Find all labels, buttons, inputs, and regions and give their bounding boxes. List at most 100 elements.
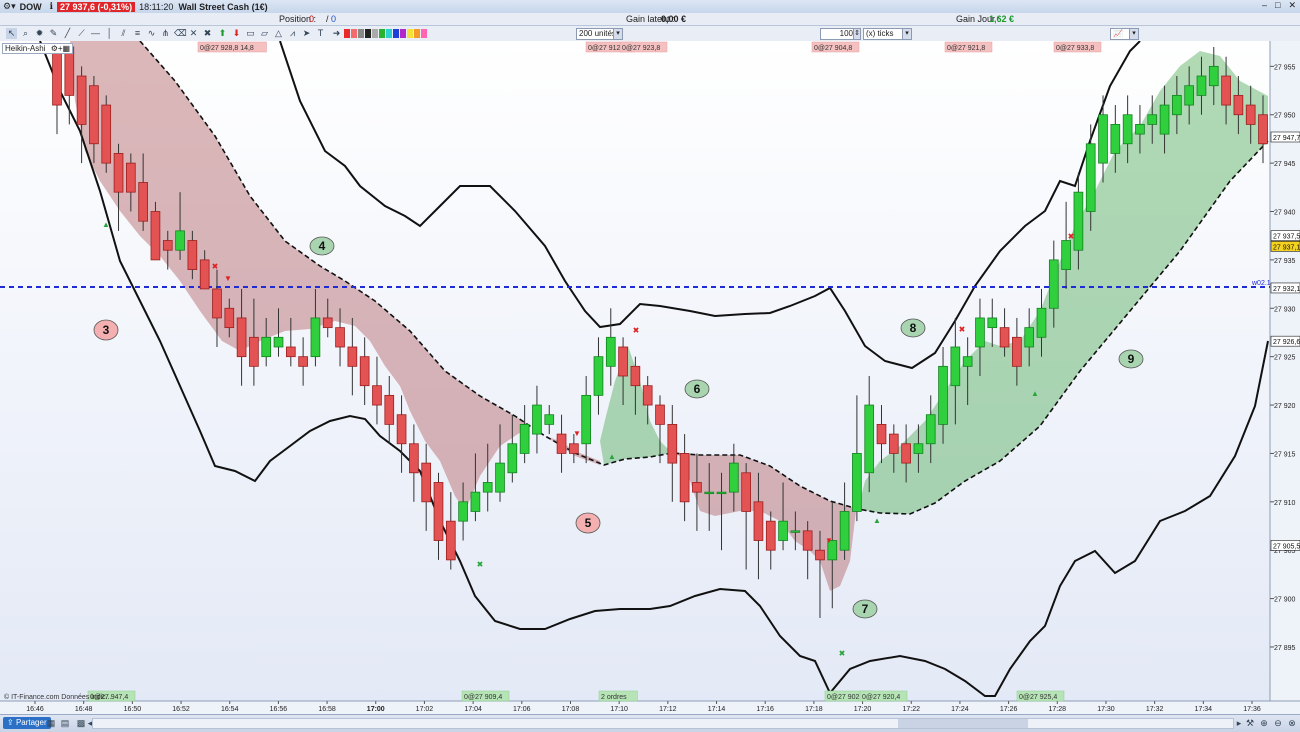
candle-down (150, 211, 161, 261)
candle-up (1184, 85, 1194, 106)
cross-icon[interactable]: ✕ (188, 28, 199, 39)
color-swatch-cyan[interactable] (386, 29, 392, 38)
color-swatch-pink[interactable] (351, 29, 357, 38)
zoom-fit-icon[interactable]: ⊗ (1286, 717, 1298, 729)
grid-icon[interactable]: ▦ (45, 717, 57, 729)
color-swatch-yellow[interactable] (407, 29, 413, 38)
clock: 18:11:20 (139, 1, 174, 12)
pitchfork-icon[interactable]: ⋔ (160, 28, 171, 39)
sell-signal-icon: ▼ (573, 429, 581, 438)
channel-icon[interactable]: ⫽ (118, 28, 129, 39)
horizontal-scrollbar[interactable] (92, 718, 1234, 729)
wave-label: 3 (103, 323, 110, 337)
price-marker-label: 27 932,1 (1273, 286, 1300, 293)
erase-icon[interactable]: ⌫ (174, 28, 187, 39)
fibo-icon[interactable]: ≡ (132, 28, 143, 39)
app-menu[interactable]: DOW (20, 2, 42, 12)
tools-icon[interactable]: ⚒ (1244, 717, 1256, 729)
parallelogram-icon[interactable]: ▱ (259, 28, 270, 39)
close-button[interactable]: ✕ (1288, 0, 1296, 11)
candle-down (64, 46, 75, 96)
quantity-input[interactable]: 100 (820, 28, 856, 40)
candle-up (1024, 327, 1035, 348)
layout-icon[interactable]: ▦ (63, 44, 71, 53)
day-gain-value: 1,62 € (989, 14, 1015, 24)
x-tick-label: 17:20 (854, 706, 872, 713)
zoom-out-icon[interactable]: ⊖ (1272, 717, 1284, 729)
color-swatch-gray[interactable] (358, 29, 364, 38)
y-tick-label: 27 945 (1274, 161, 1296, 168)
buy-arrow-icon[interactable]: ⬆ (217, 28, 228, 39)
drawing-toolbar: ↖ ⌕ ✹ ✎ ╱ ⟋ ― │ ⫽ ≡ ∿ ⋔ ⌫ ✕ ✖ ⬆ ⬇ ▭ ▱ △ … (0, 26, 1300, 42)
candle-down (1245, 104, 1256, 125)
y-tick-label: 27 915 (1274, 451, 1296, 458)
chart-type-dropdown-icon[interactable]: ▾ (1129, 28, 1139, 40)
candle-down (679, 453, 690, 503)
color-swatch-green[interactable] (379, 29, 385, 38)
wave-icon[interactable]: ∿ (146, 28, 157, 39)
x-tick-label: 17:22 (902, 706, 920, 713)
ray-icon[interactable]: ⟋ (76, 28, 87, 39)
candle-up (729, 462, 739, 493)
color-swatch-blue[interactable] (393, 29, 399, 38)
candle-down (52, 46, 62, 106)
ticks-select[interactable]: (x) ticks (863, 28, 907, 40)
color-swatch-purple[interactable] (400, 29, 406, 38)
color-swatch-magenta[interactable] (421, 29, 427, 38)
app-menu-icon[interactable]: ⚙▾ (3, 1, 16, 12)
candle-down (569, 443, 579, 454)
candle-down (1233, 94, 1244, 116)
settings-icon[interactable]: ⚙ (51, 44, 58, 53)
text-icon[interactable]: T (315, 28, 326, 39)
candle-up (864, 404, 875, 474)
ticks-dropdown-icon[interactable]: ▾ (902, 28, 912, 40)
candle-up (913, 443, 924, 454)
candle-down (876, 423, 887, 445)
quantity-stepper[interactable]: ⇕ (853, 28, 861, 40)
color-swatch-silver[interactable] (372, 29, 378, 38)
price-chart[interactable]: w02.1 ▲ ▼ ✖ ✖ ▼ ▲ ✖ ▼ ✖ ▲ ✖ ▲ ✖ 27 955 27 950 27 945 27… (0, 41, 1300, 714)
multi-cross-icon[interactable]: ✖ (202, 28, 213, 39)
zoom-icon[interactable]: ⌕ (20, 28, 31, 39)
heikin-ashi-label[interactable]: Heikin-Ashi ⚙+▦ (2, 43, 74, 54)
color-swatch-black[interactable] (365, 29, 371, 38)
pencil-icon[interactable]: ✎ (48, 28, 59, 39)
order-label-bottom: 0@27 902,9 (827, 694, 865, 701)
vline-icon[interactable]: │ (104, 28, 115, 39)
rectangle-icon[interactable]: ▭ (245, 28, 256, 39)
color-swatch-orange[interactable] (414, 29, 420, 38)
buy-signal-icon: ▲ (608, 452, 616, 461)
triangle-icon[interactable]: △ (273, 28, 284, 39)
x-tick-label: 16:50 (124, 706, 142, 713)
position-value: 0 (309, 14, 315, 24)
share-button[interactable]: ⇪ Partager (3, 717, 51, 729)
y-tick-label: 27 895 (1274, 645, 1296, 652)
candle-down (199, 259, 210, 290)
sell-arrow-icon[interactable]: ⬇ (231, 28, 242, 39)
share-icon: ⇪ (7, 718, 16, 727)
minimize-button[interactable]: – (1262, 0, 1267, 11)
candle-down (667, 423, 678, 464)
color-swatch-red[interactable] (344, 29, 350, 38)
hline-icon[interactable]: ― (90, 28, 101, 39)
x-tick-label: 17:14 (708, 706, 726, 713)
title-bar: ⚙▾ DOW ℹ 27 937,6 (-0,31%) 18:11:20 Wall… (0, 0, 1300, 14)
zigzag-icon[interactable]: ⩘ (287, 28, 298, 39)
wave-label: 4 (319, 239, 326, 253)
pointer-icon[interactable]: ↖ (6, 28, 17, 39)
next-icon[interactable]: ➜ (331, 28, 342, 39)
scroll-thumb[interactable] (898, 719, 1028, 728)
zoom-in-icon[interactable]: ⊕ (1258, 717, 1270, 729)
bulb-icon[interactable]: ✹ (34, 28, 45, 39)
candle-down (126, 162, 136, 193)
info-icon[interactable]: ℹ (50, 1, 53, 12)
candle-up (482, 482, 493, 493)
arrow-shape-icon[interactable]: ➤ (301, 28, 312, 39)
calculator-icon[interactable]: ▤ (59, 717, 71, 729)
maximize-button[interactable]: □ (1275, 0, 1280, 11)
candle-up (532, 404, 542, 435)
sell-signal-icon: ▼ (224, 274, 232, 283)
units-dropdown-icon[interactable]: ▾ (613, 28, 623, 40)
line-icon[interactable]: ╱ (62, 28, 73, 39)
candle-down (445, 520, 456, 561)
